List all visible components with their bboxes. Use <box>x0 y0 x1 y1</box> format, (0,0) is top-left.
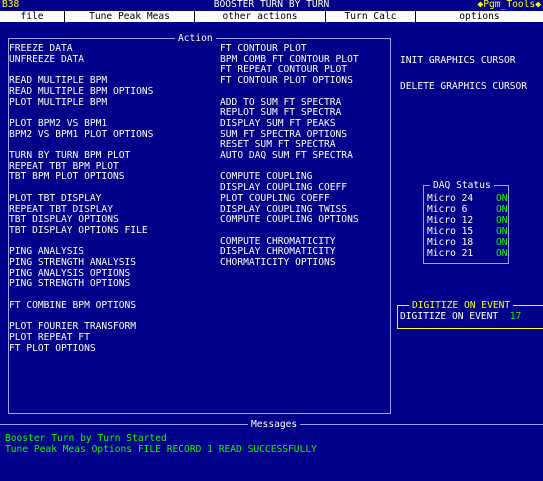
action-plot-bpm2-vs-bpm1[interactable]: PLOT BPM2 VS BPM1 <box>9 118 107 130</box>
messages-panel: Messages Booster Turn by Turn Started Tu… <box>0 419 543 478</box>
action-chormaticity-options[interactable]: CHORMATICITY OPTIONS <box>220 257 336 269</box>
window-title: BOOSTER TURN BY TURN <box>213 0 330 10</box>
action-auto-daq-sum-ft-spectra[interactable]: AUTO DAQ SUM FT SPECTRA <box>220 150 353 162</box>
action-plot-coupling-coeff[interactable]: PLOT COUPLING COEFF <box>220 193 330 205</box>
digitize-label: DIGITIZE ON EVENT <box>400 311 499 322</box>
micro-name: Micro 6 <box>427 204 468 215</box>
daq-status-title: DAQ Status <box>430 180 494 191</box>
action-plot-repeat-ft[interactable]: PLOT REPEAT FT <box>9 332 90 344</box>
action-read-multiple-bpm-options[interactable]: READ MULTIPLE BPM OPTIONS <box>9 86 153 98</box>
micro-name: Micro 12 <box>427 215 474 226</box>
action-ft-combine-bpm-options[interactable]: FT COMBINE BPM OPTIONS <box>9 300 136 312</box>
init-graphics-cursor-action[interactable]: INIT GRAPHICS CURSOR <box>400 55 516 67</box>
action-panel: Action FREEZE DATA UNFREEZE DATA READ MULT… <box>8 33 391 414</box>
micro-state: ON <box>496 248 508 259</box>
action-ping-strength-options[interactable]: PING STRENGTH OPTIONS <box>9 279 130 290</box>
digitize-panel-title: DIGITIZE ON EVENT <box>409 300 514 311</box>
pgm-tools-button[interactable]: ◆Pgm_Tools◆ <box>477 0 541 11</box>
action-display-sum-ft-peaks[interactable]: DISPLAY SUM FT PEAKS <box>220 118 336 130</box>
menu-turn-calc[interactable]: Turn Calc <box>325 11 415 22</box>
action-tbt-bpm-plot-options[interactable]: TBT BPM PLOT OPTIONS <box>9 172 125 183</box>
action-plot-tbt-display[interactable]: PLOT TBT DISPLAY <box>9 193 101 205</box>
daq-status-panel: DAQ Status Micro 24 ON Micro 6 ON Micro 12 ON… <box>423 180 509 264</box>
action-bpm2-vs-bpm1-plot-options[interactable]: BPM2 VS BPM1 PLOT OPTIONS <box>9 129 153 141</box>
menu-bar: file Tune Peak Meas other actions Turn C… <box>0 11 543 22</box>
messages-title: Messages <box>248 419 301 430</box>
delete-graphics-cursor-action[interactable]: DELETE GRAPHICS CURSOR <box>400 81 527 93</box>
micro-name: Micro 24 <box>427 193 474 204</box>
menu-options[interactable]: options <box>415 11 543 22</box>
micro-name: Micro 18 <box>427 237 474 248</box>
digitize-event-value: 17 <box>509 311 522 322</box>
digitize-on-event-panel: DIGITIZE ON EVENT DIGITIZE ON EVENT 17 <box>397 300 543 329</box>
action-tbt-display-options-file[interactable]: TBT DISPLAY OPTIONS FILE <box>9 225 148 237</box>
message-line: Tune Peak Meas Options FILE RECORD 1 REA… <box>5 444 317 455</box>
micro-name: Micro 21 <box>427 248 474 259</box>
action-unfreeze-data[interactable]: UNFREEZE DATA <box>9 54 84 66</box>
action-plot-multiple-bpm[interactable]: PLOT MULTIPLE BPM <box>9 97 107 109</box>
action-ft-plot-options[interactable]: FT PLOT OPTIONS <box>9 343 96 355</box>
micro-name: Micro 15 <box>427 226 474 237</box>
title-bar: B38 BOOSTER TURN BY TURN ◆Pgm_Tools◆ <box>0 0 543 11</box>
action-compute-coupling-options[interactable]: COMPUTE COUPLING OPTIONS <box>220 214 359 226</box>
action-panel-title: Action <box>175 33 216 44</box>
daq-status-row[interactable]: Micro 21 ON <box>427 248 508 260</box>
digitize-on-event-row[interactable]: DIGITIZE ON EVENT 17 <box>400 311 522 323</box>
menu-tune-peak-meas[interactable]: Tune Peak Meas <box>64 11 194 22</box>
action-ft-contour-plot-options[interactable]: FT CONTOUR PLOT OPTIONS <box>220 75 353 87</box>
menu-other-actions[interactable]: other actions <box>194 11 325 22</box>
menu-file[interactable]: file <box>0 11 64 22</box>
